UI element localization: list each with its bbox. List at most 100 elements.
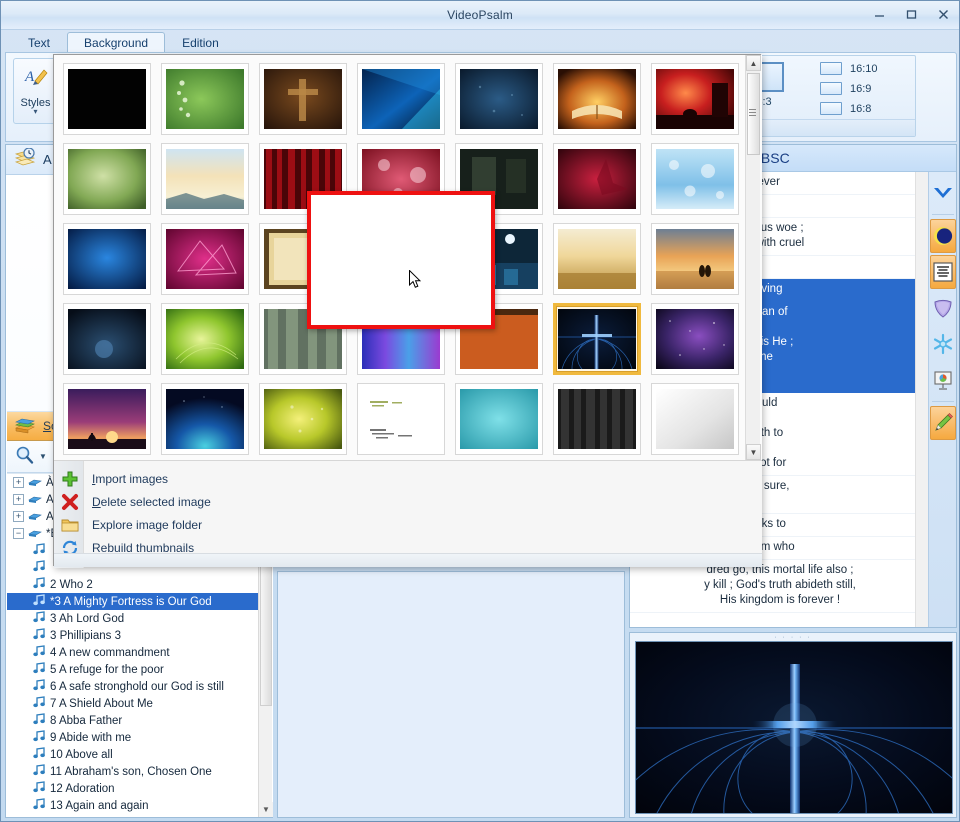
thumbnail-frame[interactable] xyxy=(651,303,739,375)
list-item[interactable]: 9 Abide with me xyxy=(7,729,259,746)
thumbnail-frame[interactable] xyxy=(63,143,151,215)
thumbnail-cell[interactable] xyxy=(548,379,646,459)
thumbnail-frame[interactable] xyxy=(63,303,151,375)
lyrics-scrollbar[interactable] xyxy=(915,172,928,627)
menu-item-import-images[interactable]: Import images xyxy=(54,467,762,490)
tab-background[interactable]: Background xyxy=(67,32,165,53)
list-item[interactable]: 3 Ah Lord God xyxy=(7,610,259,627)
thumbnail-frame[interactable] xyxy=(553,223,641,295)
lyrics-verse[interactable]: dred go, this mortal life also ; y kill … xyxy=(630,560,930,613)
thumbnail-frame[interactable] xyxy=(651,63,739,135)
thumbnail-cell[interactable] xyxy=(548,59,646,139)
thumbnail-cell[interactable] xyxy=(58,219,156,299)
list-item[interactable]: 10 Above all xyxy=(7,746,259,763)
scroll-down-arrow-icon[interactable]: ▼ xyxy=(259,802,273,817)
thumbnail-cell[interactable] xyxy=(646,219,744,299)
preview-grip[interactable]: · · · · · xyxy=(774,634,811,641)
scroll-up-arrow-icon[interactable]: ▲ xyxy=(746,55,761,71)
thumbnail-frame[interactable] xyxy=(553,63,641,135)
search-icon[interactable] xyxy=(15,445,35,468)
aspect-ratio-option-16-10[interactable]: 16:10 xyxy=(820,62,878,75)
thumbnail-cell[interactable] xyxy=(548,299,646,379)
thumbnail-frame[interactable] xyxy=(357,63,445,135)
thumbnail-cell[interactable] xyxy=(58,379,156,459)
thumbnail-cell[interactable] xyxy=(156,59,254,139)
presentation-icon[interactable] xyxy=(930,363,956,397)
thumbnail-frame[interactable] xyxy=(651,143,739,215)
thumbnail-frame[interactable] xyxy=(455,383,543,455)
snowflake-icon[interactable] xyxy=(930,327,956,361)
thumbnail-cell[interactable] xyxy=(646,59,744,139)
thumbnail-frame[interactable] xyxy=(161,63,249,135)
thumbnail-cell[interactable] xyxy=(450,379,548,459)
thumbnail-cell[interactable] xyxy=(352,379,450,459)
chevron-down-icon[interactable] xyxy=(930,176,956,210)
drag-preview-thumbnail[interactable] xyxy=(307,191,495,329)
menu-item-explore-image-folder[interactable]: Explore image folder xyxy=(54,513,762,536)
thumbnail-cell[interactable] xyxy=(646,299,744,379)
thumbnail-cell[interactable] xyxy=(450,59,548,139)
thumbnail-cell[interactable] xyxy=(646,139,744,219)
tab-edition[interactable]: Edition xyxy=(165,32,236,53)
list-item[interactable]: 7 A Shield About Me xyxy=(7,695,259,712)
list-item-selected[interactable]: *3 A Mighty Fortress is Our God xyxy=(7,593,259,610)
thumbnail-cell[interactable] xyxy=(254,59,352,139)
minimize-button[interactable] xyxy=(869,4,889,24)
list-item[interactable]: 3 Phillipians 3 xyxy=(7,627,259,644)
list-item[interactable]: 11 Abraham's son, Chosen One xyxy=(7,763,259,780)
center-preview-panel[interactable] xyxy=(277,571,625,818)
thumbnail-frame[interactable] xyxy=(357,383,445,455)
styles-dropdown-caret[interactable]: ▾ xyxy=(33,109,37,115)
thumbnail-cell[interactable] xyxy=(352,59,450,139)
list-item[interactable]: 13 Again and again xyxy=(7,797,259,814)
thumbnail-cell[interactable] xyxy=(58,299,156,379)
list-item[interactable]: 6 A safe stronghold our God is still xyxy=(7,678,259,695)
list-item[interactable]: 12 Adoration xyxy=(7,780,259,797)
thumbnail-cell[interactable] xyxy=(156,139,254,219)
thumbnail-frame[interactable] xyxy=(161,143,249,215)
thumbnail-cell[interactable] xyxy=(58,59,156,139)
thumbnail-frame-selected[interactable] xyxy=(553,303,641,375)
thumbnail-frame[interactable] xyxy=(455,63,543,135)
close-button[interactable] xyxy=(933,4,953,24)
aspect-ratio-option-16-8[interactable]: 16:8 xyxy=(820,102,878,115)
thumbnail-cell[interactable] xyxy=(254,379,352,459)
styles-button[interactable]: A Styles ▾ xyxy=(13,58,59,124)
list-item[interactable]: 4 A new commandment xyxy=(7,644,259,661)
thumbnail-cell[interactable] xyxy=(156,219,254,299)
contrast-moon-icon[interactable] xyxy=(930,219,956,253)
chevron-down-icon[interactable]: ▼ xyxy=(39,452,47,461)
maximize-button[interactable] xyxy=(901,4,921,24)
shield-icon[interactable] xyxy=(930,291,956,325)
thumbnail-frame[interactable] xyxy=(651,383,739,455)
thumbnail-frame[interactable] xyxy=(553,383,641,455)
list-item[interactable]: 5 A refuge for the poor xyxy=(7,661,259,678)
thumbnail-frame[interactable] xyxy=(651,223,739,295)
thumbnail-frame[interactable] xyxy=(63,63,151,135)
thumbnail-frame[interactable] xyxy=(553,143,641,215)
expander-plus-icon[interactable]: + xyxy=(13,477,24,488)
thumbnail-frame[interactable] xyxy=(63,383,151,455)
thumbnail-scrollbar[interactable]: ▲ ▼ xyxy=(745,55,760,460)
thumbnail-cell[interactable] xyxy=(156,299,254,379)
thumbnail-frame[interactable] xyxy=(63,223,151,295)
expander-plus-icon[interactable]: + xyxy=(13,494,24,505)
aspect-ratio-option-16-9[interactable]: 16:9 xyxy=(820,82,878,95)
expander-minus-icon[interactable]: − xyxy=(13,528,24,539)
thumbnail-cell[interactable] xyxy=(548,139,646,219)
text-align-icon[interactable] xyxy=(930,255,956,289)
tab-text[interactable]: Text xyxy=(11,32,67,53)
thumbnail-frame[interactable] xyxy=(161,383,249,455)
thumbnail-cell[interactable] xyxy=(548,219,646,299)
menu-item-delete-selected-image[interactable]: Delete selected image xyxy=(54,490,762,513)
thumbnail-frame[interactable] xyxy=(259,63,347,135)
pencil-edit-icon[interactable] xyxy=(930,406,956,440)
thumbnail-frame[interactable] xyxy=(161,303,249,375)
thumbnail-cell[interactable] xyxy=(58,139,156,219)
thumbnail-frame[interactable] xyxy=(259,383,347,455)
expander-plus-icon[interactable]: + xyxy=(13,511,24,522)
list-item[interactable]: 8 Abba Father xyxy=(7,712,259,729)
live-preview-panel[interactable]: · · · · · xyxy=(629,632,957,818)
thumbnail-frame[interactable] xyxy=(161,223,249,295)
list-item[interactable]: 2 Who 2 xyxy=(7,576,259,593)
